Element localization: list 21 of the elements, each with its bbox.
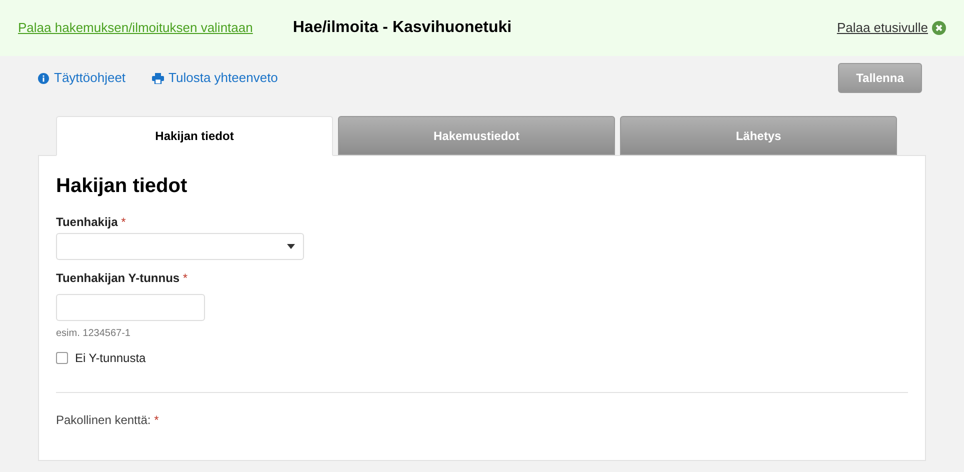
back-link[interactable]: Palaa hakemuksen/ilmoituksen valintaan — [18, 18, 253, 38]
printer-icon — [152, 72, 164, 84]
section-heading: Hakijan tiedot — [56, 174, 188, 198]
help-link[interactable]: Täyttöohjeet — [38, 68, 126, 88]
close-icon[interactable] — [932, 21, 946, 35]
info-icon — [38, 72, 49, 84]
caret-icon — [287, 244, 295, 249]
field-label: Tuenhakija * — [56, 214, 127, 230]
dropdown-field[interactable] — [56, 233, 304, 260]
tab[interactable]: Hakemustiedot — [338, 116, 615, 155]
input-field[interactable] — [56, 294, 205, 321]
page-title: Hae/ilmoita - Kasvihuonetuki — [292, 18, 512, 38]
field-hint: esim. 1234567-1 — [56, 327, 132, 341]
checkbox[interactable] — [56, 352, 68, 364]
home-link[interactable]: Palaa etusivulle — [836, 18, 928, 38]
required-note: Pakollinen kenttä: * — [56, 412, 160, 429]
print-link[interactable]: Tulosta yhteenveto — [152, 68, 278, 88]
tab[interactable]: Lähetys — [620, 116, 897, 155]
field-label: Tuenhakijan Y-tunnus * — [56, 270, 189, 286]
checkbox-label: Ei Y-tunnusta — [75, 350, 146, 367]
tab[interactable]: Hakijan tiedot — [56, 116, 333, 156]
